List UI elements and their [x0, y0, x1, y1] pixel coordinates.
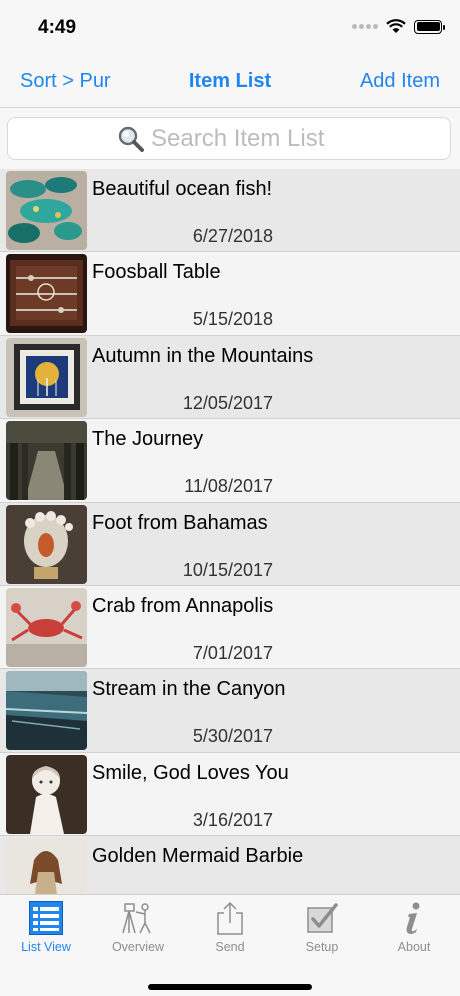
item-date: 10/15/2017: [182, 559, 273, 580]
item-title: Foot from Bahamas: [92, 511, 268, 534]
list-view-icon: [29, 901, 63, 935]
tab-list-view[interactable]: List View: [0, 895, 92, 957]
tab-label: Overview: [111, 940, 165, 954]
tab-label: About: [397, 940, 431, 954]
search-input[interactable]: [151, 124, 341, 153]
battery-icon: [414, 19, 445, 34]
list-item[interactable]: Foot from Bahamas 10/15/2017: [0, 502, 460, 586]
status-time: 4:49: [38, 17, 77, 38]
item-title: Beautiful ocean fish!: [92, 178, 273, 200]
sort-button[interactable]: Sort > Pur: [20, 70, 111, 93]
list-item[interactable]: Beautiful ocean fish! 6/27/2018: [0, 169, 460, 253]
list-item[interactable]: Foosball Table 5/15/2018: [0, 252, 460, 336]
tab-label: Setup: [305, 940, 339, 954]
home-indicator: [148, 984, 312, 990]
list-item[interactable]: Stream in the Canyon 5/30/2017: [0, 669, 460, 753]
item-list: Beautiful ocean fish! 6/27/2018 Foosball…: [0, 169, 460, 894]
status-bar: 4:49: [0, 0, 460, 52]
item-title: Foosball Table: [92, 261, 221, 284]
list-item[interactable]: Smile, God Loves You 3/16/2017: [0, 752, 460, 837]
list-item[interactable]: Autumn in the Mountains 12/05/2017: [0, 335, 460, 420]
item-date: 5/30/2017: [192, 726, 273, 747]
item-title: The Journey: [92, 428, 204, 451]
tab-label: Send: [215, 940, 245, 954]
item-title: Crab from Annapolis: [92, 594, 274, 617]
item-date: 7/01/2017: [192, 642, 273, 663]
item-date: 12/05/2017: [182, 392, 273, 413]
item-title: Smile, God Loves You: [92, 761, 289, 784]
item-title: Autumn in the Mountains: [92, 344, 314, 367]
tab-send[interactable]: Send: [184, 895, 276, 957]
info-icon: [406, 902, 420, 934]
checkbox-icon: [307, 903, 338, 933]
search-box[interactable]: [7, 117, 451, 160]
item-title: Stream in the Canyon: [92, 678, 286, 701]
wifi-icon: [386, 19, 406, 33]
tab-label: List View: [21, 940, 71, 954]
search-bar: [0, 108, 460, 169]
item-date: 3/16/2017: [192, 809, 273, 830]
search-icon: [118, 126, 144, 152]
tab-overview[interactable]: Overview: [92, 895, 184, 957]
tripod-icon: [122, 903, 151, 934]
tab-about[interactable]: About: [368, 895, 460, 957]
list-item[interactable]: The Journey 11/08/2017: [0, 419, 460, 503]
nav-bar: Sort > Pur Item List Add Item: [0, 52, 460, 108]
item-thumbnail: [6, 838, 87, 894]
tab-bar: List View Overview Send Setup About: [0, 894, 460, 996]
item-date: 6/27/2018: [192, 226, 273, 246]
signal-icon: [352, 24, 378, 29]
status-icons: [352, 19, 445, 34]
item-date: 5/15/2018: [192, 309, 273, 330]
share-icon: [217, 901, 243, 935]
tab-setup[interactable]: Setup: [276, 895, 368, 957]
list-item[interactable]: Golden Mermaid Barbie: [0, 836, 460, 894]
add-item-button[interactable]: Add Item: [360, 70, 440, 93]
item-title: Golden Mermaid Barbie: [92, 845, 304, 868]
item-date: 11/08/2017: [184, 476, 273, 497]
list-item[interactable]: Crab from Annapolis 7/01/2017: [0, 585, 460, 670]
